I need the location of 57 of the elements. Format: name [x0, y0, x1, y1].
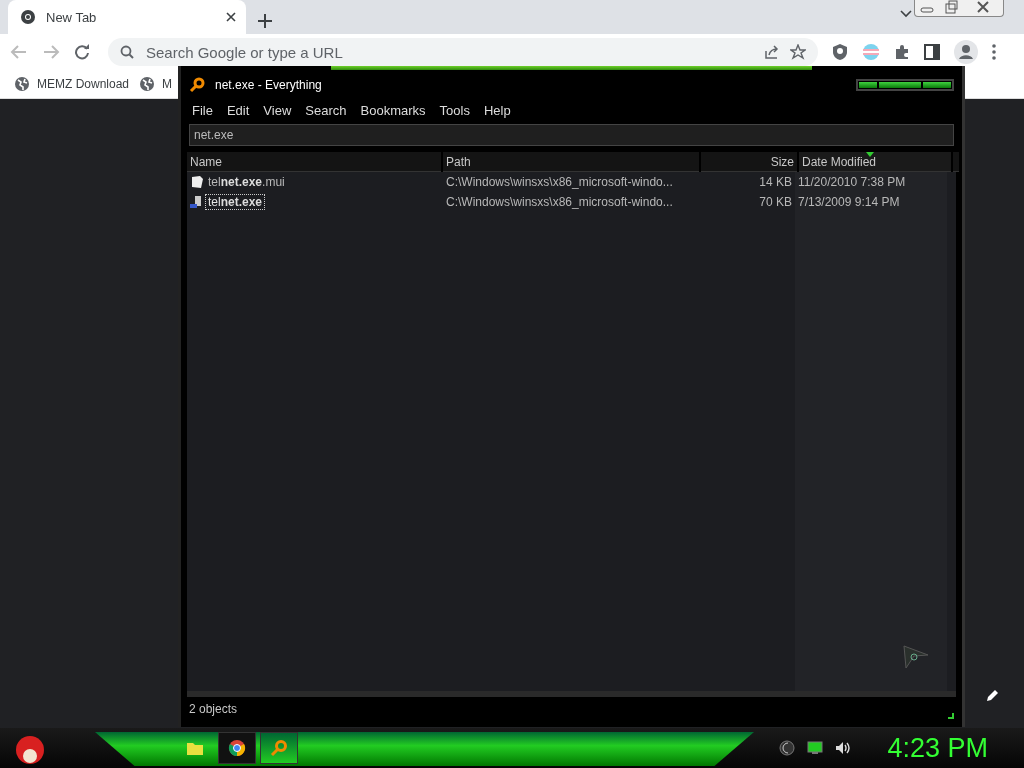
chevron-down-icon[interactable] [900, 10, 912, 18]
menu-item[interactable]: Help [476, 102, 518, 118]
shield-icon[interactable] [832, 43, 848, 61]
menu-item[interactable]: View [256, 102, 299, 118]
globe-icon [139, 76, 156, 92]
magnifier-icon [189, 77, 205, 93]
puzzle-icon[interactable] [894, 44, 910, 60]
program-icon [190, 195, 204, 209]
header-background [953, 152, 959, 172]
new-tab-icon[interactable] [258, 14, 272, 28]
browser-logo-icon [20, 9, 36, 25]
share-icon[interactable] [764, 44, 780, 60]
column-header[interactable]: Date Modified [799, 152, 951, 172]
globe-icon [14, 76, 30, 92]
column-header[interactable]: Name [187, 152, 441, 172]
date-modified: 11/20/2010 7:38 PM [798, 175, 906, 189]
search-field[interactable]: net.exe [189, 124, 954, 146]
cursor-icon [902, 645, 928, 669]
file-path: C:\Windows\winsxs\x86_microsoft-windo... [446, 195, 673, 209]
profile-icon[interactable] [954, 40, 978, 64]
file-name[interactable]: telnet.exe.mui [206, 175, 287, 189]
monitor-icon[interactable] [807, 741, 824, 755]
menu-item[interactable]: Tools [432, 102, 477, 118]
resize-grip-icon[interactable] [948, 713, 954, 719]
close-icon[interactable] [226, 12, 236, 22]
menu-item[interactable]: Edit [219, 102, 257, 118]
column-header[interactable]: Path [443, 152, 699, 172]
window-title: net.exe - Everything [215, 78, 322, 92]
address-bar[interactable]: Search Google or type a URL [108, 38, 818, 66]
status-text: 2 objects [189, 702, 238, 716]
side-panel-icon[interactable] [924, 44, 940, 60]
document-icon [190, 175, 204, 189]
search-icon [120, 45, 134, 59]
taskbar-button[interactable] [260, 732, 298, 764]
file-size: 70 KB [759, 195, 792, 209]
menu-item[interactable]: File [185, 102, 220, 118]
menu-item[interactable]: Bookmarks [353, 102, 433, 118]
date-modified: 7/13/2009 9:14 PM [798, 195, 900, 209]
speaker-icon[interactable] [835, 741, 852, 755]
star-icon[interactable] [790, 44, 806, 60]
moon-icon[interactable] [779, 740, 796, 756]
menu-icon[interactable] [992, 44, 996, 60]
browser-tab[interactable]: New Tab [8, 0, 246, 34]
magnifier-icon [270, 739, 288, 757]
pencil-icon[interactable] [986, 688, 1000, 702]
reload-icon[interactable] [74, 44, 90, 60]
file-size: 14 KB [759, 175, 792, 189]
taskbar-button[interactable] [218, 732, 256, 764]
file-name[interactable]: telnet.exe [206, 195, 265, 209]
folder-icon [186, 740, 204, 756]
column-header[interactable]: Size [701, 152, 797, 172]
browser-logo-icon [228, 739, 246, 757]
menu-item[interactable]: Search [298, 102, 354, 118]
file-path: C:\Windows\winsxs\x86_microsoft-windo... [446, 175, 673, 189]
bookmark-link[interactable]: MEMZ Download [37, 77, 130, 91]
clock[interactable]: 4:23 PM [887, 732, 988, 764]
bookmark-link[interactable]: M [162, 77, 173, 91]
